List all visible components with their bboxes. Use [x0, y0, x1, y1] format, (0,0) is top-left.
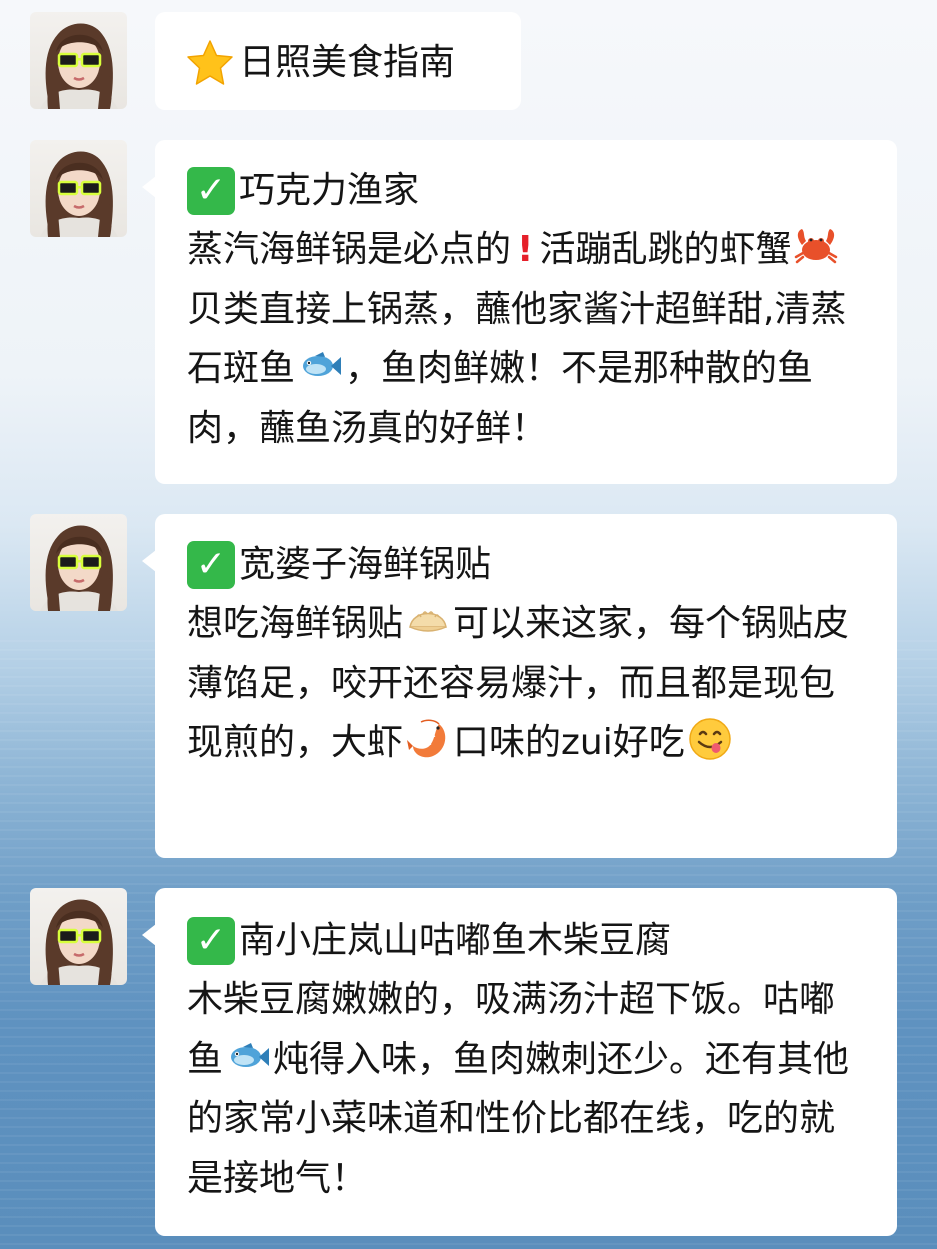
star-icon	[187, 40, 233, 85]
restaurant-name: 巧克力渔家	[239, 170, 420, 211]
message-bubble: ✓ 南小庄岚山咕嘟鱼木柴豆腐 木柴豆腐嫩嫩的，吸满汤汁超下饭。咕嘟鱼 炖得入味，…	[142, 888, 897, 1236]
avatar[interactable]	[30, 514, 127, 611]
shrimp-icon	[407, 719, 446, 758]
restaurant-description: 蒸汽海鲜锅是必点的! 活蹦乱跳的虾蟹 贝类直接上锅蒸，蘸他家酱汁超鲜甜,清蒸石斑鱼…	[187, 220, 867, 458]
fish-icon	[303, 352, 342, 376]
restaurant-heading: ✓ 南小庄岚山咕嘟鱼木柴豆腐	[187, 912, 867, 970]
avatar[interactable]	[30, 140, 127, 237]
dumpling-icon	[409, 611, 447, 632]
title-bubble: 日照美食指南	[155, 12, 521, 110]
restaurant-description: 想吃海鲜锅贴 可以来这家，每个锅贴皮薄馅足，咬开还容易爆汁，而且都是现包现煎的，…	[187, 594, 867, 773]
restaurant-name: 南小庄岚山咕嘟鱼木柴豆腐	[239, 920, 672, 961]
check-mark-icon: ✓	[187, 917, 235, 965]
message-bubble: ✓ 巧克力渔家 蒸汽海鲜锅是必点的! 活蹦乱跳的虾蟹 贝类直接上锅蒸，蘸他家酱汁超…	[142, 140, 897, 484]
fish-icon	[231, 1042, 270, 1067]
guide-title: 日照美食指南	[185, 34, 497, 92]
restaurant-heading: ✓ 巧克力渔家	[187, 162, 867, 220]
check-mark-icon: ✓	[187, 167, 235, 215]
red-exclamation-icon: !	[517, 229, 534, 270]
yum-face-icon	[688, 718, 731, 760]
restaurant-description: 木柴豆腐嫩嫩的，吸满汤汁超下饭。咕嘟鱼 炖得入味，鱼肉嫩刺还少。还有其他的家常小…	[187, 979, 850, 1199]
avatar[interactable]	[30, 12, 127, 109]
restaurant-name: 宽婆子海鲜锅贴	[239, 544, 492, 585]
avatar[interactable]	[30, 888, 127, 985]
restaurant-heading: ✓ 宽婆子海鲜锅贴	[187, 536, 867, 594]
check-mark-icon: ✓	[187, 541, 235, 589]
guide-title-text: 日照美食指南	[239, 42, 456, 83]
crab-icon	[795, 229, 838, 264]
message-bubble: ✓ 宽婆子海鲜锅贴 想吃海鲜锅贴 可以来这家，每个锅贴皮薄馅足，咬开还容易爆汁，…	[142, 514, 897, 858]
